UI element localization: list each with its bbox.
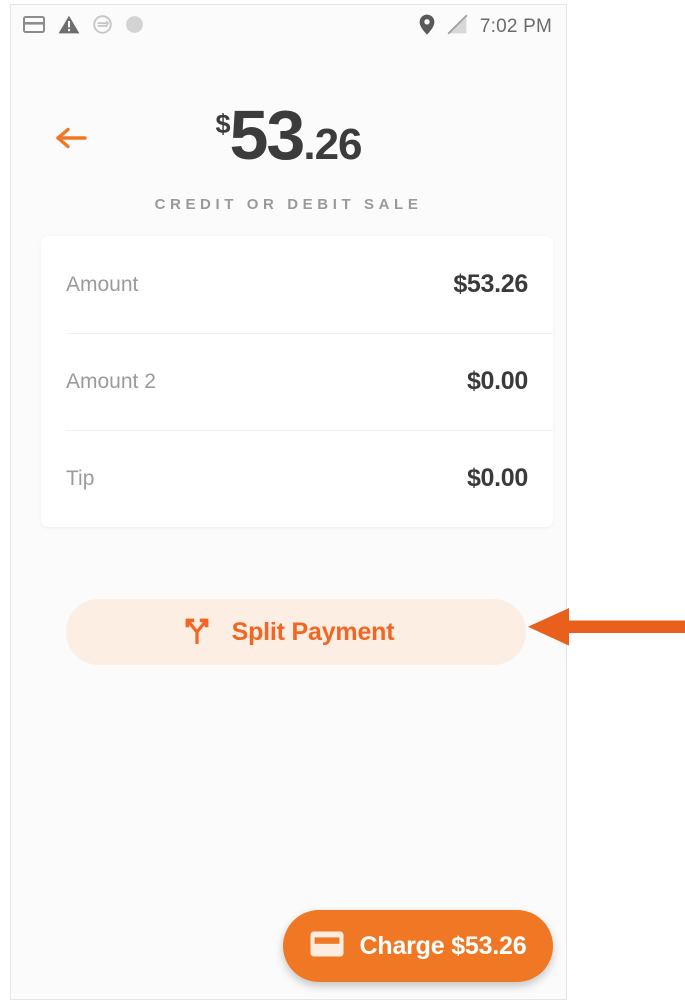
amount-row-amount[interactable]: Amount $53.26 <box>41 236 553 333</box>
row-label: Amount 2 <box>66 369 156 393</box>
sync-circle-icon <box>93 15 112 39</box>
status-bar: 7:02 PM <box>11 5 566 49</box>
call-split-icon <box>180 613 214 652</box>
row-label: Amount <box>66 272 139 296</box>
status-bar-time: 7:02 PM <box>479 16 552 37</box>
filled-circle-icon <box>125 15 144 39</box>
amount-card: Amount $53.26 Amount 2 $0.00 Tip $0.00 <box>41 236 553 527</box>
split-payment-label: Split Payment <box>231 617 395 646</box>
signal-off-icon <box>447 14 468 40</box>
sale-type-label: CREDIT OR DEBIT SALE <box>154 196 423 213</box>
row-value: $53.26 <box>453 270 528 298</box>
phone-screen: 7:02 PM $53.26 CREDIT OR DEBIT SALE Amou… <box>10 4 567 1000</box>
warning-triangle-icon <box>58 15 80 39</box>
charge-button[interactable]: Charge $53.26 <box>283 910 553 982</box>
amount-currency-symbol: $ <box>215 109 230 139</box>
credit-card-icon <box>23 16 45 38</box>
header-amount: $53.26 <box>11 100 566 170</box>
header: $53.26 CREDIT OR DEBIT SALE <box>11 100 566 213</box>
row-value: $0.00 <box>466 367 528 395</box>
amount-row-amount-2[interactable]: Amount 2 $0.00 <box>41 333 553 430</box>
location-pin-icon <box>419 14 435 40</box>
charge-label: Charge $53.26 <box>359 931 527 960</box>
amount-row-tip[interactable]: Tip $0.00 <box>41 430 553 527</box>
split-payment-button[interactable]: Split Payment <box>66 599 526 665</box>
row-label: Tip <box>66 466 95 490</box>
status-bar-right-icons: 7:02 PM <box>419 14 552 40</box>
amount-cents-part: .26 <box>303 120 362 169</box>
amount-whole-part: 53 <box>229 96 305 174</box>
status-bar-left-icons <box>23 15 144 39</box>
row-value: $0.00 <box>466 464 528 492</box>
credit-card-icon <box>310 931 344 962</box>
